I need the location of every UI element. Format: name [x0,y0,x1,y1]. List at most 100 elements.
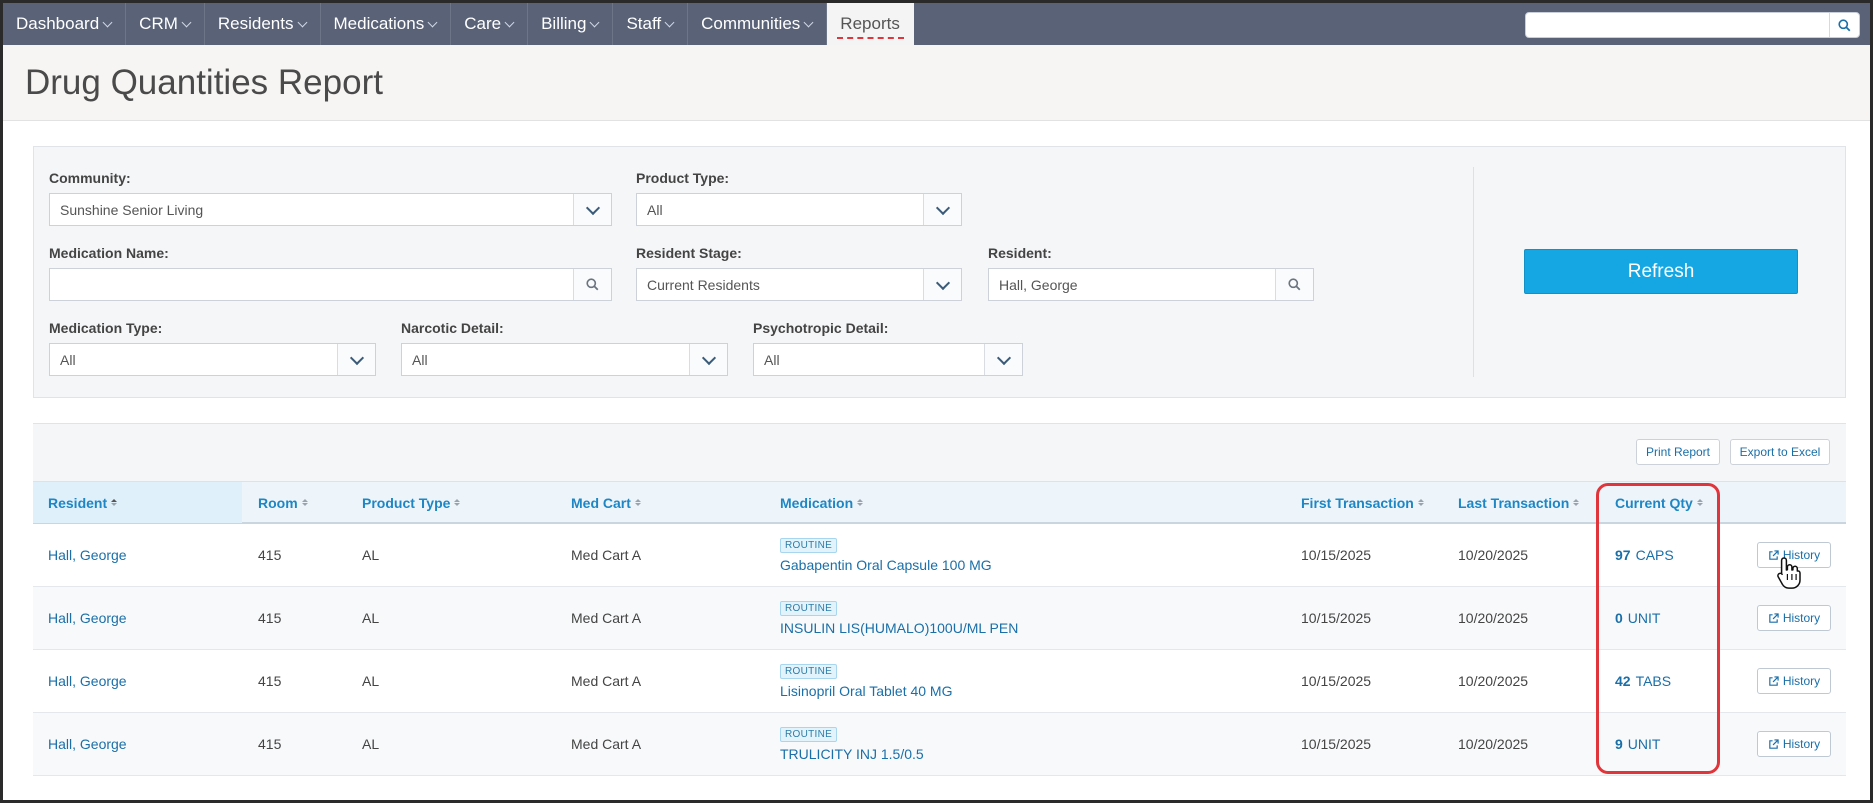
chevron-down-icon [504,17,515,28]
last-transaction-cell: 10/20/2025 [1458,610,1529,626]
nav-label: Dashboard [16,14,100,33]
medication-type-select[interactable]: All [49,343,376,376]
col-room[interactable]: Room [258,482,308,523]
col-label: Medication [780,494,854,511]
medication-search-button[interactable] [573,269,611,300]
export-excel-button[interactable]: Export to Excel [1730,439,1830,465]
nav-staff[interactable]: Staff [613,3,689,45]
resident-stage-select[interactable]: Current Residents [636,268,962,301]
nav-residents[interactable]: Residents [205,3,321,45]
chevron-down-icon[interactable] [337,344,375,375]
col-first-transaction[interactable]: First Transaction [1301,482,1424,523]
room-cell: 415 [258,736,282,752]
resident-search-button[interactable] [1275,269,1313,300]
table-toolbar: Print Report Export to Excel [33,424,1846,481]
page-title: Drug Quantities Report [25,63,383,102]
nav-dashboard[interactable]: Dashboard [3,3,127,45]
nav-reports[interactable]: Reports [827,3,914,45]
history-label: History [1782,611,1821,625]
table-row: Hall, George 415 AL Med Cart A ROUTINE I… [33,587,1846,650]
chevron-down-icon[interactable] [923,194,961,225]
top-nav: Dashboard CRM Residents Medications Care… [3,3,1870,45]
psychotropic-detail-select[interactable]: All [753,343,1023,376]
narcotic-detail-select[interactable]: All [401,343,728,376]
history-button[interactable]: History [1757,731,1831,757]
product-type-label: Product Type: [636,170,730,186]
medication-name-field [49,268,612,301]
medication-link[interactable]: TRULICITY INJ 1.5/0.5 [780,746,924,762]
medication-name-input[interactable] [50,269,573,300]
sort-icon [1573,499,1580,506]
search-icon [1838,18,1851,31]
medication-link[interactable]: Gabapentin Oral Capsule 100 MG [780,557,992,573]
current-qty-cell[interactable]: 42 TABS [1615,650,1671,712]
col-last-transaction[interactable]: Last Transaction [1458,482,1580,523]
resident-link[interactable]: Hall, George [48,713,127,775]
history-label: History [1782,737,1821,751]
product-type-select[interactable]: All [636,193,962,226]
first-transaction-cell: 10/15/2025 [1301,673,1372,689]
global-search [1525,12,1860,38]
current-qty-cell[interactable]: 97 CAPS [1615,524,1674,586]
narcotic-detail-value: All [412,351,428,368]
first-transaction-cell: 10/15/2025 [1301,547,1372,563]
medication-cell: ROUTINE TRULICITY INJ 1.5/0.5 [780,713,924,775]
chevron-down-icon[interactable] [689,344,727,375]
table-row: Hall, George 415 AL Med Cart A ROUTINE L… [33,650,1846,713]
sort-icon [111,499,118,506]
last-transaction-cell: 10/20/2025 [1458,547,1529,563]
nav-label: Billing [541,14,587,33]
chevron-down-icon [664,17,675,28]
search-button[interactable] [1829,13,1859,37]
print-report-button[interactable]: Print Report [1636,439,1720,465]
routine-badge: ROUTINE [780,663,838,679]
col-label: Resident [48,494,108,511]
current-qty-cell[interactable]: 9 UNIT [1615,713,1660,775]
filter-panel: Community: Sunshine Senior Living Produc… [33,146,1846,398]
medication-link[interactable]: INSULIN LIS(HUMALO)100U/ML PEN [780,620,1018,636]
nav-billing[interactable]: Billing [528,3,614,45]
refresh-button[interactable]: Refresh [1524,249,1798,294]
global-search-input[interactable] [1526,13,1829,37]
hand-cursor-icon [1777,557,1801,589]
chevron-down-icon [102,17,113,28]
resident-link[interactable]: Hall, George [48,524,127,586]
current-qty-cell[interactable]: 0 UNIT [1615,587,1660,649]
resident-link[interactable]: Hall, George [48,650,127,712]
room-cell: 415 [258,610,282,626]
table-row: Hall, George 415 AL Med Cart A ROUTINE G… [33,524,1846,587]
table-header: Resident Room Product Type Med Cart Medi… [33,481,1846,524]
app-window: Dashboard CRM Residents Medications Care… [0,0,1873,803]
chevron-down-icon[interactable] [984,344,1022,375]
sort-icon [1417,499,1424,506]
col-current-qty[interactable]: Current Qty [1615,482,1703,523]
nav-care[interactable]: Care [451,3,529,45]
results-panel: Print Report Export to Excel Resident Ro… [33,423,1846,776]
med-cart-cell: Med Cart A [571,736,642,752]
col-med-cart[interactable]: Med Cart [571,482,641,523]
medication-link[interactable]: Lisinopril Oral Tablet 40 MG [780,683,952,699]
community-select[interactable]: Sunshine Senior Living [49,193,612,226]
resident-input[interactable] [989,269,1275,300]
sort-icon [454,499,461,506]
col-resident[interactable]: Resident [33,482,242,523]
history-button[interactable]: History [1757,605,1831,631]
nav-communities[interactable]: Communities [688,3,828,45]
chevron-down-icon[interactable] [923,269,961,300]
med-cart-cell: Med Cart A [571,547,642,563]
nav-label: Communities [701,14,801,33]
chevron-down-icon[interactable] [573,194,611,225]
external-link-icon [1769,675,1779,686]
nav-crm[interactable]: CRM [126,3,205,45]
col-medication[interactable]: Medication [780,482,864,523]
col-product-type[interactable]: Product Type [362,482,461,523]
resident-link[interactable]: Hall, George [48,587,127,649]
qty-value: 0 [1615,610,1623,626]
nav-label: Staff [626,14,662,33]
col-label: Last Transaction [1458,494,1570,511]
sort-icon [1696,499,1703,506]
history-button[interactable]: History [1757,668,1831,694]
nav-medications[interactable]: Medications [321,3,452,45]
chevron-down-icon [297,17,307,28]
qty-unit: CAPS [1635,547,1674,563]
